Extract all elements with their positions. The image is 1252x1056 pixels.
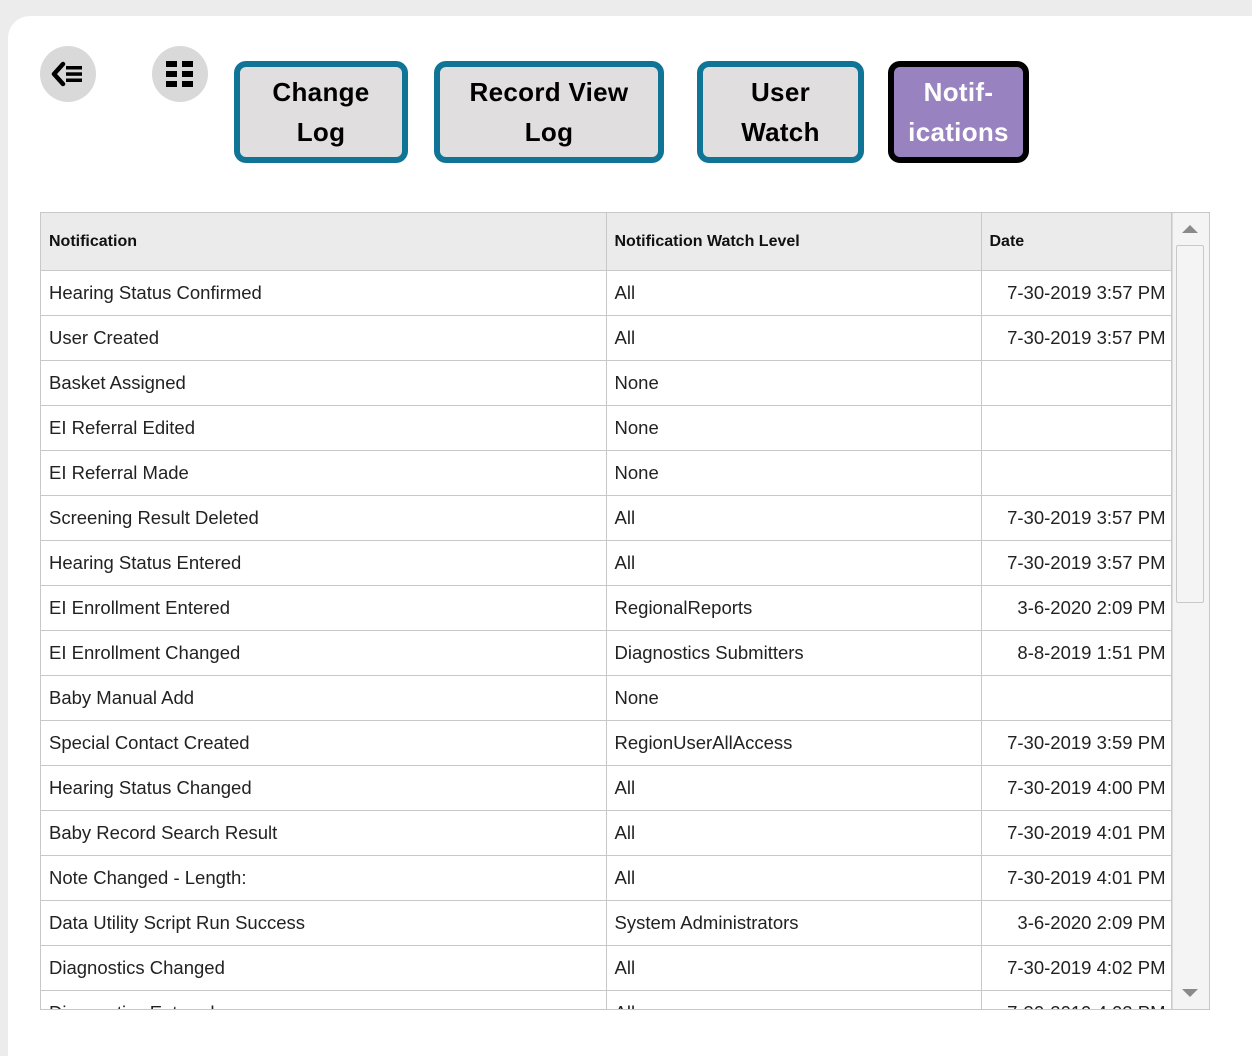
table-header-row: Notification Notification Watch Level Da… (41, 213, 1172, 271)
tab-change-log[interactable]: Change Log (234, 61, 408, 163)
cell-date: 8-8-2019 1:51 PM (980, 630, 1172, 676)
tab-label: User Watch (741, 77, 820, 147)
cell-watch-level: All (605, 855, 982, 901)
cell-watch-level: RegionalReports (605, 585, 982, 631)
cell-notification: Baby Record Search Result (41, 810, 607, 856)
cell-notification: Hearing Status Changed (41, 765, 607, 811)
scroll-up-icon[interactable] (1182, 225, 1198, 233)
main-panel: Change Log Record View Log User Watch No… (8, 16, 1252, 1056)
cell-watch-level: All (605, 495, 982, 541)
cell-date: 3-6-2020 2:09 PM (980, 585, 1172, 631)
cell-date: 7-30-2019 4:02 PM (980, 990, 1172, 1009)
cell-watch-level: All (605, 315, 982, 361)
cell-notification: EI Referral Made (41, 450, 607, 496)
cell-watch-level: System Administrators (605, 900, 982, 946)
cell-notification: Special Contact Created (41, 720, 607, 766)
cell-date (980, 405, 1172, 451)
table-row[interactable]: Hearing Status Confirmed All 7-30-2019 3:5… (41, 270, 1172, 316)
table-row[interactable]: EI Referral Made None (41, 450, 1172, 496)
cell-watch-level: None (605, 360, 982, 406)
notifications-grid: Notification Notification Watch Level Da… (40, 212, 1210, 1010)
table-row[interactable]: Note Changed - Length: All 7-30-2019 4:01 … (41, 855, 1172, 901)
table-row[interactable]: EI Enrollment Changed Diagnostics Submitt… (41, 630, 1172, 676)
collapse-left-icon[interactable] (40, 46, 96, 102)
table-row[interactable]: EI Referral Edited None (41, 405, 1172, 451)
cell-notification: Diagnostics Entered (41, 990, 607, 1009)
cell-date (980, 675, 1172, 721)
cell-watch-level: All (605, 765, 982, 811)
cell-date (980, 450, 1172, 496)
cell-watch-level: None (605, 675, 982, 721)
scroll-thumb[interactable] (1176, 245, 1204, 603)
cell-date: 7-30-2019 4:01 PM (980, 855, 1172, 901)
cell-watch-level: None (605, 405, 982, 451)
cell-watch-level: All (605, 810, 982, 856)
cell-notification: Screening Result Deleted (41, 495, 607, 541)
table-row[interactable]: EI Enrollment Entered RegionalReports 3-6-… (41, 585, 1172, 631)
cell-notification: EI Referral Edited (41, 405, 607, 451)
cell-date: 7-30-2019 3:57 PM (980, 540, 1172, 586)
cell-notification: EI Enrollment Changed (41, 630, 607, 676)
cell-notification: Basket Assigned (41, 360, 607, 406)
table-row[interactable]: Hearing Status Entered All 7-30-2019 3:57 … (41, 540, 1172, 586)
table-row[interactable]: User Created All 7-30-2019 3:57 PM (41, 315, 1172, 361)
tab-notifications[interactable]: Notif- ications (888, 61, 1029, 163)
cell-notification: EI Enrollment Entered (41, 585, 607, 631)
cell-date: 7-30-2019 3:59 PM (980, 720, 1172, 766)
cell-date (980, 360, 1172, 406)
tab-user-watch[interactable]: User Watch (697, 61, 864, 163)
cell-date: 7-30-2019 3:57 PM (980, 315, 1172, 361)
cell-notification: Diagnostics Changed (41, 945, 607, 991)
column-header-watch-level[interactable]: Notification Watch Level (605, 213, 982, 271)
cell-watch-level: All (605, 270, 982, 316)
cell-watch-level: RegionUserAllAccess (605, 720, 982, 766)
table-row[interactable]: Baby Record Search Result All 7-30-2019 4:… (41, 810, 1172, 856)
tab-label: Notif- ications (908, 77, 1009, 147)
table-row[interactable]: Basket Assigned None (41, 360, 1172, 406)
cell-notification: Hearing Status Confirmed (41, 270, 607, 316)
tab-label: Change Log (272, 77, 370, 147)
cell-notification: Note Changed - Length: (41, 855, 607, 901)
column-header-date[interactable]: Date (980, 213, 1172, 271)
table-row[interactable]: Special Contact Created RegionUserAllAcce… (41, 720, 1172, 766)
cell-notification: Data Utility Script Run Success (41, 900, 607, 946)
table-row[interactable]: Baby Manual Add None (41, 675, 1172, 721)
cell-watch-level: All (605, 945, 982, 991)
vertical-scrollbar[interactable] (1172, 213, 1209, 1009)
cell-date: 7-30-2019 4:01 PM (980, 810, 1172, 856)
table-row[interactable]: Screening Result Deleted All 7-30-2019 3:5… (41, 495, 1172, 541)
table-row[interactable]: Diagnostics EnteredAll7-30-2019 4:02 PM (41, 990, 1172, 1009)
cell-watch-level: None (605, 450, 982, 496)
scroll-down-icon[interactable] (1182, 989, 1198, 997)
cell-watch-level: All (605, 990, 982, 1009)
tab-label: Record View Log (469, 77, 629, 147)
table-row[interactable]: Data Utility Script Run Success System Ad… (41, 900, 1172, 946)
cell-watch-level: All (605, 540, 982, 586)
table-row[interactable]: Hearing Status Changed All 7-30-2019 4:00 … (41, 765, 1172, 811)
cell-date: 7-30-2019 3:57 PM (980, 495, 1172, 541)
cell-date: 7-30-2019 4:02 PM (980, 945, 1172, 991)
table-row[interactable]: Diagnostics Changed All 7-30-2019 4:02 PM (41, 945, 1172, 991)
cell-notification: Hearing Status Entered (41, 540, 607, 586)
cell-date: 3-6-2020 2:09 PM (980, 900, 1172, 946)
grid-menu-icon[interactable] (152, 46, 208, 102)
tab-record-view-log[interactable]: Record View Log (434, 61, 664, 163)
cell-notification: User Created (41, 315, 607, 361)
cell-watch-level: Diagnostics Submitters (605, 630, 982, 676)
column-header-notification[interactable]: Notification (41, 213, 607, 271)
cell-date: 7-30-2019 3:57 PM (980, 270, 1172, 316)
cell-date: 7-30-2019 4:00 PM (980, 765, 1172, 811)
notifications-table: Notification Notification Watch Level Da… (41, 213, 1172, 1009)
cell-notification: Baby Manual Add (41, 675, 607, 721)
